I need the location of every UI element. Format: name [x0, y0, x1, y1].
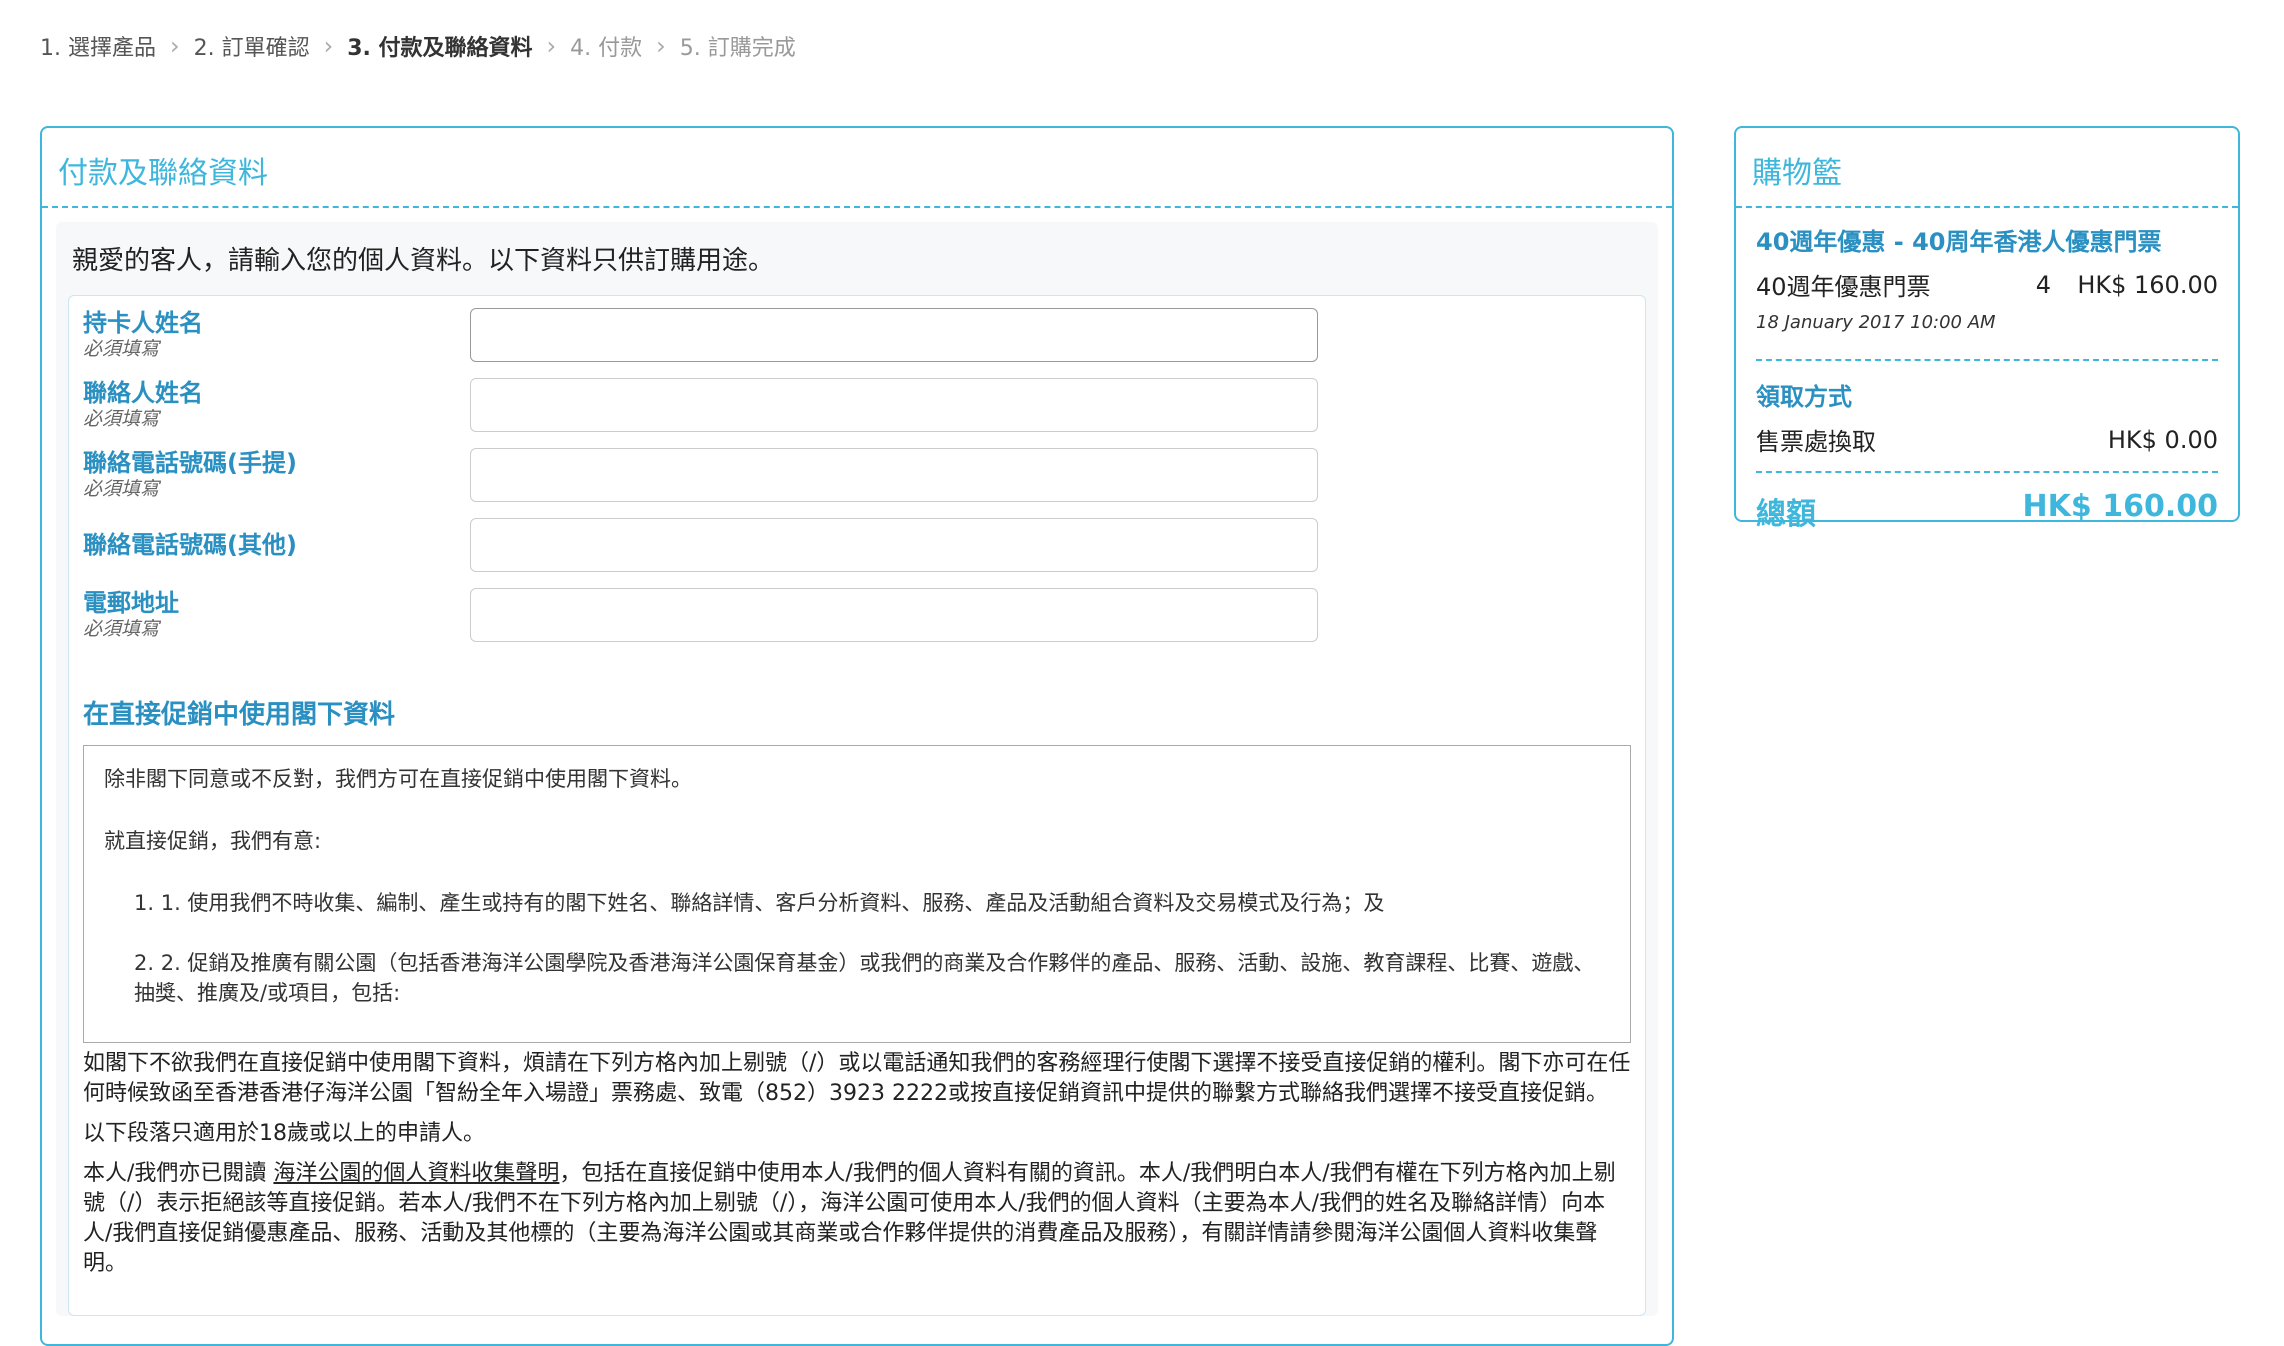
cart-item-line: 40週年優惠門票 4 HK$ 160.00: [1756, 267, 2218, 302]
cart-body: 40週年優惠 - 40周年香港人優惠門票 40週年優惠門票 4 HK$ 160.…: [1736, 222, 2238, 533]
opt-out-paragraph: 如閣下不欲我們在直接促銷中使用閣下資料，煩請在下列方格內加上剔號（/）或以電話通…: [83, 1051, 1631, 1106]
field-row-other-phone: 聯絡電話號碼(其他): [83, 518, 1631, 588]
cart-title: 購物籃: [1736, 128, 2238, 208]
cart-item-qty: 4: [2035, 270, 2051, 299]
other-phone-label: 聯絡電話號碼(其他): [83, 531, 297, 559]
consent-prefix: 本人/我們亦已閱讀: [83, 1161, 274, 1186]
pickup-method-name: 售票處換取: [1756, 428, 1876, 456]
field-label: 電郵地址 必須填寫: [83, 588, 470, 640]
direct-marketing-notes: 如閣下不欲我們在直接促銷中使用閣下資料，煩請在下列方格內加上剔號（/）或以電話通…: [83, 1043, 1631, 1295]
field-label: 聯絡電話號碼(其他): [83, 518, 470, 560]
breadcrumb-step-4: 4. 付款: [570, 36, 643, 61]
privacy-statement-link[interactable]: 海洋公園的個人資料收集聲明: [273, 1161, 559, 1186]
age-note: 以下段落只適用於18歲或以上的申請人。: [83, 1121, 485, 1146]
pickup-method-price: HK$ 0.00: [2107, 425, 2218, 454]
total-label: 總額: [1756, 497, 1816, 532]
field-row-contact: 聯絡人姓名 必須填寫: [83, 378, 1631, 448]
required-note: 必須填寫: [83, 478, 160, 500]
cart-item-price: HK$ 160.00: [2077, 270, 2218, 299]
required-note: 必須填寫: [83, 408, 160, 430]
required-note: 必須填寫: [83, 338, 160, 360]
direct-marketing-title: 在直接促銷中使用閣下資料: [83, 700, 396, 730]
field-row-mobile: 聯絡電話號碼(手提) 必須填寫: [83, 448, 1631, 518]
email-label: 電郵地址: [83, 589, 179, 617]
mobile-phone-label: 聯絡電話號碼(手提): [83, 449, 297, 477]
chevron-right-icon: ›: [169, 32, 180, 60]
pickup-line: 售票處換取 HK$ 0.00: [1756, 422, 2218, 457]
panel-title: 付款及聯絡資料: [42, 128, 1672, 208]
breadcrumb: 1. 選擇產品 › 2. 訂單確認 › 3. 付款及聯絡資料 › 4. 付款 ›…: [40, 30, 796, 62]
field-label: 聯絡電話號碼(手提) 必須填寫: [83, 448, 470, 500]
form-section: 親愛的客人，請輸入您的個人資料。以下資料只供訂購用途。 持卡人姓名 必須填寫 聯…: [56, 222, 1658, 1316]
cart-item-name: 40週年優惠門票: [1756, 273, 1931, 301]
mobile-phone-input[interactable]: [470, 448, 1318, 502]
consent-paragraph: 本人/我們亦已閱讀 海洋公園的個人資料收集聲明，包括在直接促銷中使用本人/我們的…: [83, 1159, 1631, 1279]
required-note: 必須填寫: [83, 618, 160, 640]
policy-list-item: 2. 2. 促銷及推廣有關公園（包括香港海洋公園學院及香港海洋公園保育基金）或我…: [134, 951, 1595, 1005]
breadcrumb-step-2[interactable]: 2. 訂單確認: [194, 30, 310, 62]
total-value: HK$ 160.00: [2022, 489, 2218, 524]
cardholder-name-input[interactable]: [470, 308, 1318, 362]
field-label: 持卡人姓名 必須填寫: [83, 308, 470, 360]
chevron-right-icon: ›: [323, 32, 334, 60]
contact-form: 持卡人姓名 必須填寫 聯絡人姓名 必須填寫 聯絡電話號碼(手提) 必須填寫 聯絡…: [68, 295, 1646, 1316]
email-input[interactable]: [470, 588, 1318, 642]
pickup-method-title: 領取方式: [1756, 383, 1852, 411]
field-label: 聯絡人姓名 必須填寫: [83, 378, 470, 430]
direct-marketing-policy-box[interactable]: 除非閣下同意或不反對，我們方可在直接促銷中使用閣下資料。 就直接促銷，我們有意:…: [83, 745, 1631, 1043]
policy-paragraph: 就直接促銷，我們有意:: [104, 829, 322, 853]
field-row-cardholder: 持卡人姓名 必須填寫: [83, 308, 1631, 378]
policy-list-item: 1. 1. 使用我們不時收集、編制、產生或持有的閣下姓名、聯絡詳情、客戶分析資料…: [134, 891, 1385, 915]
policy-paragraph: 除非閣下同意或不反對，我們方可在直接促銷中使用閣下資料。: [104, 767, 692, 791]
other-phone-input[interactable]: [470, 518, 1318, 572]
cardholder-name-label: 持卡人姓名: [83, 309, 203, 337]
breadcrumb-step-5: 5. 訂購完成: [679, 36, 796, 61]
cart-total: 總額 HK$ 160.00: [1756, 473, 2218, 533]
breadcrumb-step-3: 3. 付款及聯絡資料: [347, 36, 533, 61]
chevron-right-icon: ›: [656, 32, 666, 60]
payment-contact-panel: 付款及聯絡資料 親愛的客人，請輸入您的個人資料。以下資料只供訂購用途。 持卡人姓…: [40, 126, 1674, 1346]
cart-item-date: 18 January 2017 10:00 AM: [1756, 312, 2218, 361]
intro-text: 親愛的客人，請輸入您的個人資料。以下資料只供訂購用途。: [72, 246, 775, 276]
contact-name-input[interactable]: [470, 378, 1318, 432]
shopping-cart-panel: 購物籃 40週年優惠 - 40周年香港人優惠門票 40週年優惠門票 4 HK$ …: [1734, 126, 2240, 532]
chevron-right-icon: ›: [546, 32, 557, 60]
breadcrumb-step-1[interactable]: 1. 選擇產品: [40, 30, 156, 62]
cart-product-name: 40週年優惠 - 40周年香港人優惠門票: [1756, 228, 2162, 256]
contact-name-label: 聯絡人姓名: [83, 379, 203, 407]
field-row-email: 電郵地址 必須填寫: [83, 588, 1631, 658]
